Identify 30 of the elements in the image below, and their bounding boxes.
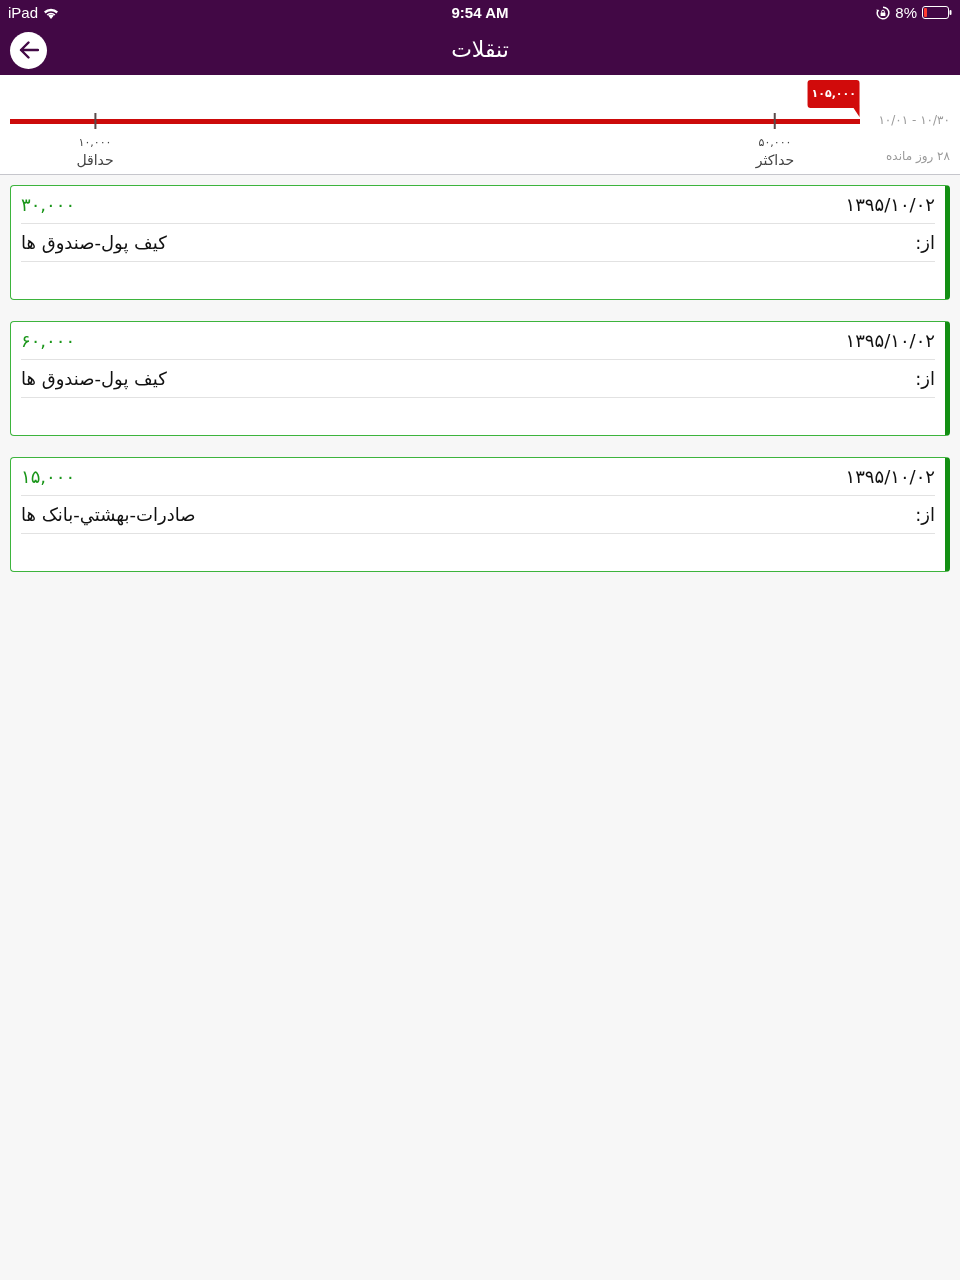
transaction-amount: ۱۵,۰۰۰ [21,466,76,487]
marker-value: ۵۰,۰۰۰ [758,136,792,150]
transaction-date: ۱۳۹۵/۱۰/۰۲ [845,466,935,487]
days-remaining: ۲۸ روز مانده [886,148,950,164]
battery-icon [922,6,952,19]
transaction-card[interactable]: ۱۳۹۵/۱۰/۰۲ ۱۵,۰۰۰ از: صادرات-بهشتي-بانک ها [10,457,950,572]
marker-label: حداکثر [755,151,795,170]
battery-percent: 8% [895,3,917,22]
transaction-date: ۱۳۹۵/۱۰/۰۲ [845,194,935,215]
from-label: از: [915,504,935,525]
clock-time: 9:54 AM [451,3,509,22]
back-button[interactable] [10,31,47,69]
source-account: کیف پول-صندوق ها [21,232,167,253]
device-name: iPad [8,3,39,22]
page-title: تنقلات [451,36,509,64]
transaction-date: ۱۳۹۵/۱۰/۰۲ [845,330,935,351]
transaction-amount: ۳۰,۰۰۰ [21,194,76,215]
marker-value: ۱۰,۰۰۰ [78,136,112,150]
from-label: از: [915,232,935,253]
transaction-card[interactable]: ۱۳۹۵/۱۰/۰۲ ۶۰,۰۰۰ از: کیف پول-صندوق ها [10,321,950,436]
wifi-icon [43,6,60,19]
marker-label: حداقل [76,151,114,170]
transaction-card[interactable]: ۱۳۹۵/۱۰/۰۲ ۳۰,۰۰۰ از: کیف پول-صندوق ها [10,185,950,300]
transaction-amount: ۶۰,۰۰۰ [21,330,76,351]
source-account: کیف پول-صندوق ها [21,368,167,389]
period-range: ۱۰/۰۱ - ۱۰/۳۰ [878,112,950,128]
source-account: صادرات-بهشتي-بانک ها [21,504,196,525]
rotation-lock-icon [876,5,891,20]
left-arrow-icon [18,41,39,59]
from-label: از: [915,368,935,389]
